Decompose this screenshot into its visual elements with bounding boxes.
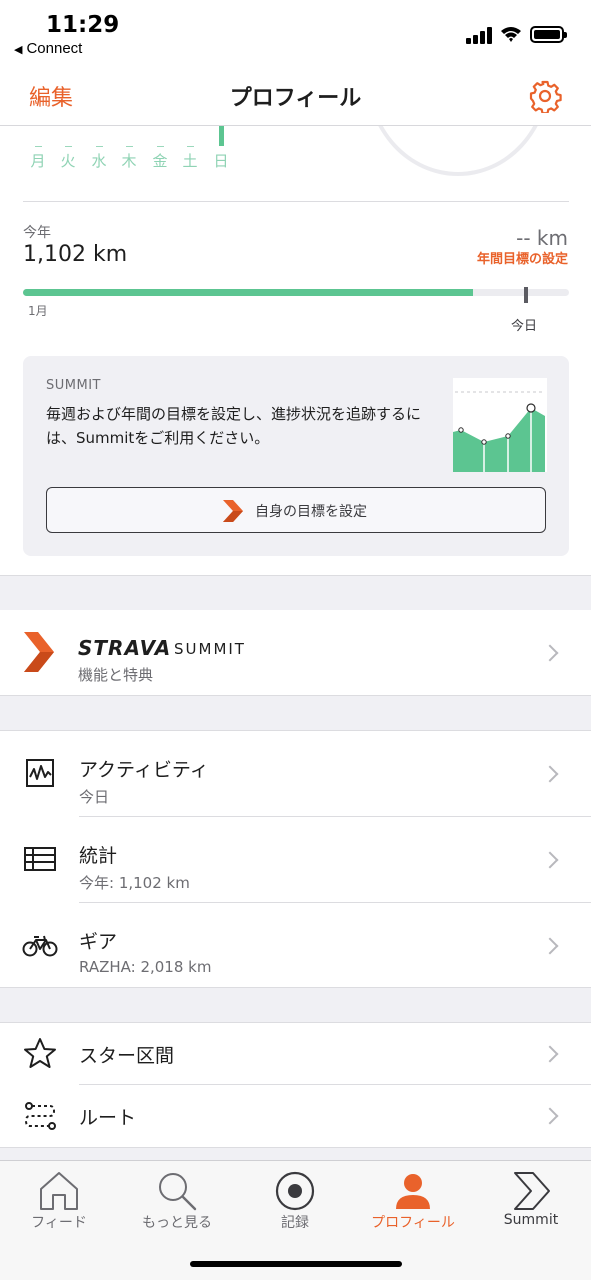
- set-annual-goal-link[interactable]: 年間目標の設定: [477, 248, 568, 267]
- back-arrow-icon: ◀: [14, 44, 23, 56]
- strava-wordmark: STRAVA: [78, 636, 172, 660]
- progress-start-label: 1月: [28, 304, 48, 318]
- back-app-label: Connect: [26, 40, 83, 57]
- status-bar: 11:29 ◀ Connect: [0, 0, 591, 62]
- tab-label: もっと見る: [142, 1215, 212, 1231]
- menu-item-stats[interactable]: 統計 今年: 1,102 km: [0, 817, 591, 903]
- menu-sub-activities: 今日: [79, 788, 110, 806]
- weekday-label: 日: [213, 152, 229, 170]
- chevron-right-icon: [541, 1045, 559, 1063]
- summit-promo-card: SUMMIT 毎週および年間の目標を設定し、進捗状況を追跡するには、Summit…: [23, 356, 569, 556]
- section-spacer: [0, 1147, 591, 1161]
- menu-item-gear[interactable]: ギア RAZHA: 2,018 km: [0, 903, 591, 987]
- chevron-right-icon: [541, 644, 559, 662]
- tab-label: 記録: [281, 1215, 309, 1231]
- today-marker: [524, 287, 528, 303]
- wifi-icon: [501, 27, 521, 42]
- section-spacer: [0, 575, 591, 611]
- menu-sub-stats: 今年: 1,102 km: [79, 874, 190, 892]
- summit-icon: [514, 1172, 550, 1210]
- tab-feed[interactable]: フィード: [0, 1161, 118, 1241]
- section-spacer: [0, 987, 591, 1023]
- tab-label: フィード: [31, 1215, 87, 1231]
- set-goals-button[interactable]: 自身の目標を設定: [46, 487, 546, 533]
- progress-today-label: 今日: [511, 319, 538, 334]
- menu-sub-gear: RAZHA: 2,018 km: [79, 958, 212, 976]
- menu-label-starred-segments: スター区間: [79, 1045, 175, 1067]
- weekday-label: 木: [121, 152, 137, 170]
- tab-profile[interactable]: プロフィール: [354, 1161, 472, 1241]
- summit-chevron-icon: [223, 500, 243, 522]
- chevron-right-icon: [541, 851, 559, 869]
- summit-tag: SUMMIT: [46, 378, 101, 393]
- star-icon: [24, 1038, 56, 1068]
- nav-bar: 編集 プロフィール: [0, 62, 591, 126]
- chevron-right-icon: [541, 765, 559, 783]
- divider: [23, 201, 569, 202]
- gear-icon[interactable]: [528, 79, 562, 113]
- section-spacer: [0, 695, 591, 731]
- chevron-right-icon: [541, 937, 559, 955]
- table-icon: [24, 847, 56, 871]
- menu-label-activities: アクティビティ: [79, 759, 209, 781]
- weekly-goal-ring: [366, 126, 550, 176]
- summit-description: 毎週および年間の目標を設定し、進捗状況を追跡するには、Summitをご利用くださ…: [46, 405, 422, 447]
- set-goals-label: 自身の目標を設定: [255, 504, 367, 520]
- back-to-app-link[interactable]: ◀ Connect: [14, 40, 82, 57]
- bike-icon: [22, 935, 58, 957]
- year-progress-fill: [23, 289, 473, 296]
- home-indicator: [190, 1261, 402, 1267]
- tab-record[interactable]: 記録: [236, 1161, 354, 1241]
- weekday-label: 月: [30, 152, 46, 170]
- strava-summit-subtitle: 機能と特典: [78, 666, 154, 684]
- trend-chart-illustration: [453, 378, 547, 472]
- weekday-label: 土: [182, 152, 198, 170]
- page-title: プロフィール: [229, 86, 362, 111]
- menu-item-starred-segments[interactable]: スター区間: [0, 1023, 591, 1085]
- menu-label-gear: ギア: [79, 931, 118, 953]
- menu-label-stats: 統計: [79, 845, 118, 867]
- home-icon: [40, 1172, 78, 1210]
- tab-summit[interactable]: Summit: [472, 1161, 590, 1241]
- tab-label: プロフィール: [371, 1215, 455, 1231]
- status-time: 11:29: [46, 12, 120, 38]
- cellular-signal-icon: [466, 26, 496, 44]
- year-goal-value: -- km: [516, 226, 568, 250]
- record-icon: [275, 1171, 315, 1211]
- strava-summit-logo-icon: [24, 632, 54, 672]
- menu-label-routes: ルート: [79, 1107, 137, 1129]
- year-progress-bar: [23, 287, 569, 303]
- strava-summit-row[interactable]: STRAVA SUMMIT 機能と特典: [0, 610, 591, 696]
- menu-item-activities[interactable]: アクティビティ 今日: [0, 731, 591, 817]
- tab-explore[interactable]: もっと見る: [118, 1161, 236, 1241]
- weekday-label: 火: [60, 152, 76, 170]
- route-icon: [24, 1102, 56, 1130]
- year-distance: 1,102 km: [23, 242, 128, 267]
- tab-label: Summit: [503, 1212, 559, 1228]
- today-activity-bar: [219, 126, 224, 146]
- menu-item-routes[interactable]: ルート: [0, 1085, 591, 1147]
- search-icon: [159, 1173, 197, 1211]
- year-label: 今年: [23, 225, 51, 241]
- weekday-label: 金: [152, 152, 168, 170]
- summit-wordmark: SUMMIT: [174, 640, 246, 658]
- chevron-right-icon: [541, 1107, 559, 1125]
- activity-icon: [26, 759, 54, 787]
- weekday-label: 水: [91, 152, 107, 170]
- battery-icon: [530, 26, 567, 43]
- weekly-chart: 月 火 水 木 金 土 日: [0, 126, 591, 202]
- profile-icon: [396, 1174, 430, 1209]
